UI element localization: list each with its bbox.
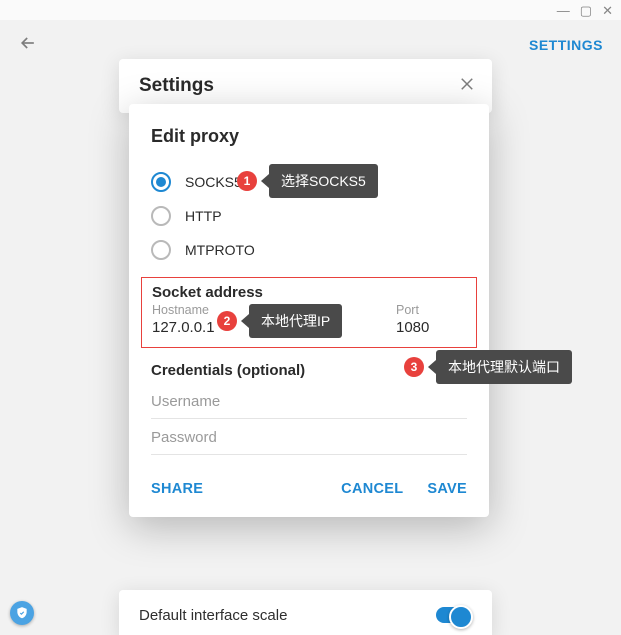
proxy-type-group: SOCKS5 HTTP MTPROTO	[129, 165, 489, 277]
close-window-button[interactable]: ✕	[602, 4, 613, 17]
back-arrow-icon[interactable]	[18, 33, 38, 58]
radio-label: HTTP	[185, 208, 222, 224]
username-input[interactable]	[151, 383, 467, 419]
socket-address-title: Socket address	[152, 284, 466, 303]
hostname-field: Hostname	[152, 303, 386, 337]
socket-address-block: Socket address Hostname Port	[141, 277, 477, 348]
hostname-label: Hostname	[152, 303, 386, 317]
settings-link[interactable]: SETTINGS	[529, 37, 603, 53]
radio-icon	[151, 206, 171, 226]
credentials-block: Credentials (optional)	[129, 348, 489, 459]
dialog-title: Edit proxy	[129, 126, 489, 165]
window-titlebar: — ▢ ✕	[0, 0, 621, 20]
interface-scale-row: Default interface scale	[119, 590, 492, 635]
settings-title: Settings	[139, 75, 472, 97]
save-button[interactable]: SAVE	[427, 481, 467, 497]
radio-label: MTPROTO	[185, 242, 255, 258]
maximize-button[interactable]: ▢	[580, 4, 592, 17]
dialog-buttons: SHARE CANCEL SAVE	[129, 459, 489, 503]
port-input[interactable]	[396, 319, 466, 336]
close-settings-icon[interactable]	[458, 75, 476, 98]
port-label: Port	[396, 303, 466, 317]
edit-proxy-dialog: Edit proxy SOCKS5 HTTP MTPROTO Socket ad…	[129, 104, 489, 517]
connection-shield-icon[interactable]	[10, 601, 34, 625]
interface-scale-toggle[interactable]	[436, 607, 472, 623]
proxy-type-socks5[interactable]: SOCKS5	[151, 165, 467, 199]
radio-icon	[151, 172, 171, 192]
radio-label: SOCKS5	[185, 174, 242, 190]
credentials-title: Credentials (optional)	[151, 362, 467, 383]
port-field: Port	[396, 303, 466, 337]
proxy-type-http[interactable]: HTTP	[151, 199, 467, 233]
proxy-type-mtproto[interactable]: MTPROTO	[151, 233, 467, 267]
radio-icon	[151, 240, 171, 260]
password-input[interactable]	[151, 419, 467, 455]
minimize-button[interactable]: —	[557, 4, 570, 17]
cancel-button[interactable]: CANCEL	[341, 481, 403, 497]
share-button[interactable]: SHARE	[151, 481, 203, 497]
hostname-input[interactable]	[152, 319, 386, 336]
interface-scale-label: Default interface scale	[139, 607, 287, 624]
